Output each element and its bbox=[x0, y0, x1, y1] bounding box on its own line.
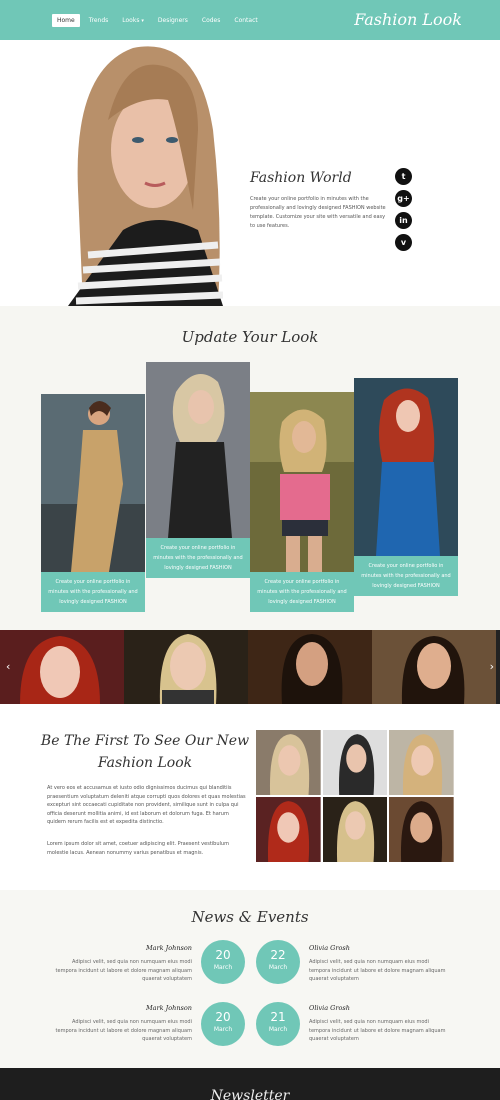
look-card[interactable]: Create your online portfolio in minutes … bbox=[41, 394, 145, 612]
nav-looks[interactable]: Looks ▾ bbox=[117, 14, 149, 27]
event-day: 22 bbox=[270, 948, 286, 962]
chevron-down-icon: ▾ bbox=[141, 18, 144, 24]
nav-looks-label: Looks bbox=[122, 17, 140, 24]
carousel-prev-arrow[interactable]: ‹ bbox=[6, 660, 10, 673]
event-text: Adipisci velit, sed quia non numquam eiu… bbox=[55, 1019, 192, 1043]
look-card-photo bbox=[146, 362, 250, 538]
hero-title: Fashion World bbox=[250, 170, 352, 186]
event-text: Adipisci velit, sed quia non numquam eiu… bbox=[309, 959, 446, 983]
hero-model-photo bbox=[68, 46, 223, 306]
look-card-caption: Create your online portfolio in minutes … bbox=[146, 538, 250, 578]
brand-logo[interactable]: Fashion Look bbox=[354, 10, 462, 29]
event-day: 20 bbox=[215, 1010, 231, 1024]
look-card-photo bbox=[250, 392, 354, 572]
look-card[interactable]: Create your online portfolio in minutes … bbox=[250, 392, 354, 612]
new-look-title: Be The First To See Our New Fashion Look bbox=[40, 733, 250, 771]
look-card[interactable]: Create your online portfolio in minutes … bbox=[146, 362, 250, 578]
update-title: Update Your Look bbox=[181, 328, 319, 346]
carousel-photo bbox=[372, 630, 496, 704]
gallery-photo[interactable] bbox=[322, 797, 388, 862]
look-card-caption: Create your online portfolio in minutes … bbox=[354, 556, 458, 596]
nav-codes[interactable]: Codes bbox=[197, 14, 226, 27]
look-card-photo bbox=[354, 378, 458, 556]
event-author: Olivia Grosh bbox=[309, 944, 350, 952]
new-look-section: Be The First To See Our New Fashion Look… bbox=[0, 704, 500, 890]
event-text: Adipisci velit, sed quia non numquam eiu… bbox=[55, 959, 192, 983]
carousel-photo bbox=[0, 630, 124, 704]
gallery-photo[interactable] bbox=[256, 797, 321, 862]
gallery-photo[interactable] bbox=[389, 797, 454, 862]
new-look-paragraph: Lorem ipsum dolor sit amet, coetuer adip… bbox=[47, 841, 229, 856]
hero-section: Fashion World Create your online portfol… bbox=[0, 40, 500, 306]
carousel-photo bbox=[248, 630, 372, 704]
event-date-badge: 21 March bbox=[256, 1002, 300, 1046]
event-month: March bbox=[268, 1026, 288, 1033]
event-author: Mark Johnson bbox=[146, 944, 192, 952]
event-author: Olivia Grosh bbox=[309, 1004, 350, 1012]
look-card[interactable]: Create your online portfolio in minutes … bbox=[354, 378, 458, 596]
photo-carousel[interactable]: ‹ › bbox=[0, 630, 500, 704]
carousel-next-arrow[interactable]: › bbox=[490, 660, 494, 673]
twitter-icon[interactable]: t bbox=[395, 168, 412, 185]
event-day: 21 bbox=[270, 1010, 286, 1024]
header: Home Trends Looks ▾ Designers Codes Cont… bbox=[0, 0, 500, 40]
event-month: March bbox=[213, 1026, 233, 1033]
event-month: March bbox=[268, 964, 288, 971]
hero-text: Create your online portfolio in minutes … bbox=[250, 196, 386, 229]
event-date-badge: 20 March bbox=[201, 1002, 245, 1046]
news-events-section: News & Events Mark Johnson Adipisci veli… bbox=[0, 890, 500, 1068]
social-links: t g+ in v bbox=[395, 168, 412, 251]
new-look-paragraph: At vero eos et accusamus et iusto odio d… bbox=[47, 785, 246, 826]
nav-trends[interactable]: Trends bbox=[84, 14, 114, 27]
news-title: News & Events bbox=[191, 908, 309, 926]
nav-home[interactable]: Home bbox=[52, 14, 80, 27]
gallery-photo[interactable] bbox=[256, 730, 321, 795]
event-day: 20 bbox=[215, 948, 231, 962]
newsletter-title: Newsletter bbox=[210, 1088, 290, 1100]
event-author: Mark Johnson bbox=[146, 1004, 192, 1012]
google-plus-icon[interactable]: g+ bbox=[395, 190, 412, 207]
look-card-photo bbox=[41, 394, 145, 572]
nav-designers[interactable]: Designers bbox=[153, 14, 193, 27]
main-nav: Home Trends Looks ▾ Designers Codes Cont… bbox=[52, 14, 263, 27]
nav-contact[interactable]: Contact bbox=[229, 14, 262, 27]
event-text: Adipisci velit, sed quia non numquam eiu… bbox=[309, 1019, 446, 1043]
photo-gallery bbox=[256, 730, 454, 862]
event-date-badge: 20 March bbox=[201, 940, 245, 984]
event-date-badge: 22 March bbox=[256, 940, 300, 984]
look-card-caption: Create your online portfolio in minutes … bbox=[250, 572, 354, 612]
gallery-photo[interactable] bbox=[389, 730, 454, 795]
linkedin-icon[interactable]: in bbox=[395, 212, 412, 229]
gallery-photo[interactable] bbox=[322, 730, 388, 795]
carousel-photo bbox=[124, 630, 248, 704]
vimeo-icon[interactable]: v bbox=[395, 234, 412, 251]
newsletter-section: Newsletter bbox=[0, 1068, 500, 1100]
event-month: March bbox=[213, 964, 233, 971]
look-card-caption: Create your online portfolio in minutes … bbox=[41, 572, 145, 612]
update-look-section: Update Your Look Create your online port… bbox=[0, 306, 500, 630]
